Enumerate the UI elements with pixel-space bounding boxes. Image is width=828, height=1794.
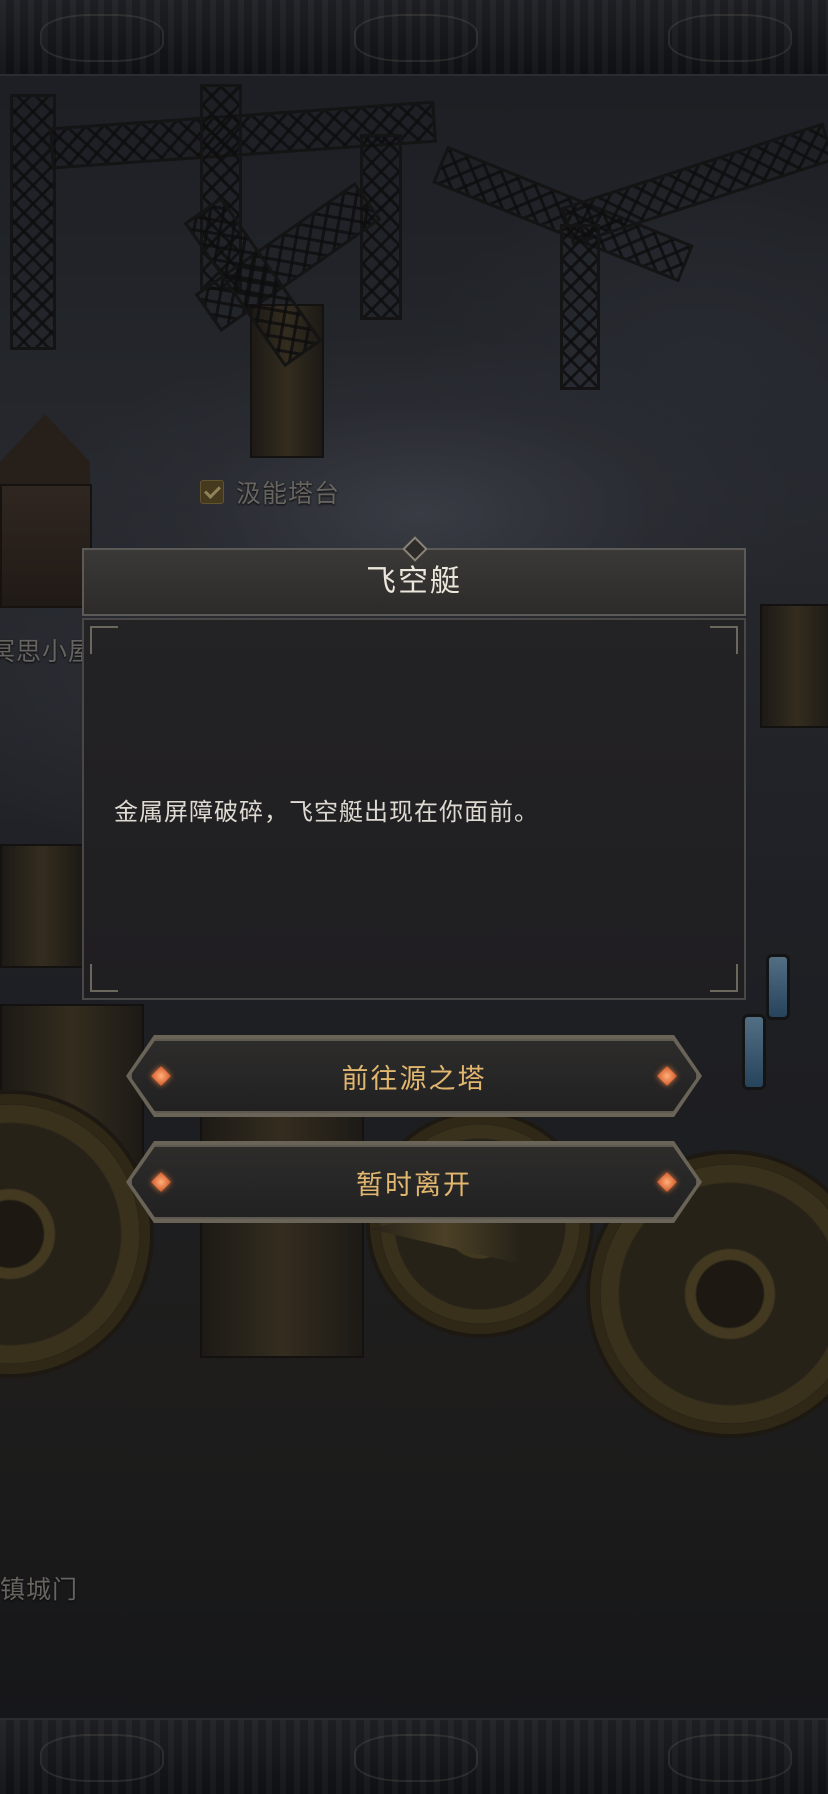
choice-go-to-tower-button[interactable]: 前往源之塔 [130, 1039, 698, 1113]
choice-label: 暂时离开 [356, 1169, 472, 1201]
top-frame [0, 0, 828, 76]
frame-ornament [354, 1734, 478, 1782]
frame-ornament [668, 14, 792, 62]
frame-ornament [354, 14, 478, 62]
dialog-message: 金属屏障破碎，飞空艇出现在你面前。 [114, 797, 539, 826]
event-dialog: 飞空艇 金属屏障破碎，飞空艇出现在你面前。 [82, 536, 746, 1000]
dialog-body: 金属屏障破碎，飞空艇出现在你面前。 [82, 618, 746, 1000]
frame-ornament [40, 1734, 164, 1782]
dialog-header: 飞空艇 [82, 536, 746, 616]
frame-ornament [40, 14, 164, 62]
choice-leave-button[interactable]: 暂时离开 [130, 1145, 698, 1219]
choice-label: 前往源之塔 [341, 1063, 487, 1095]
frame-ornament [668, 1734, 792, 1782]
bottom-frame [0, 1718, 828, 1794]
dialog-title: 飞空艇 [366, 564, 462, 599]
